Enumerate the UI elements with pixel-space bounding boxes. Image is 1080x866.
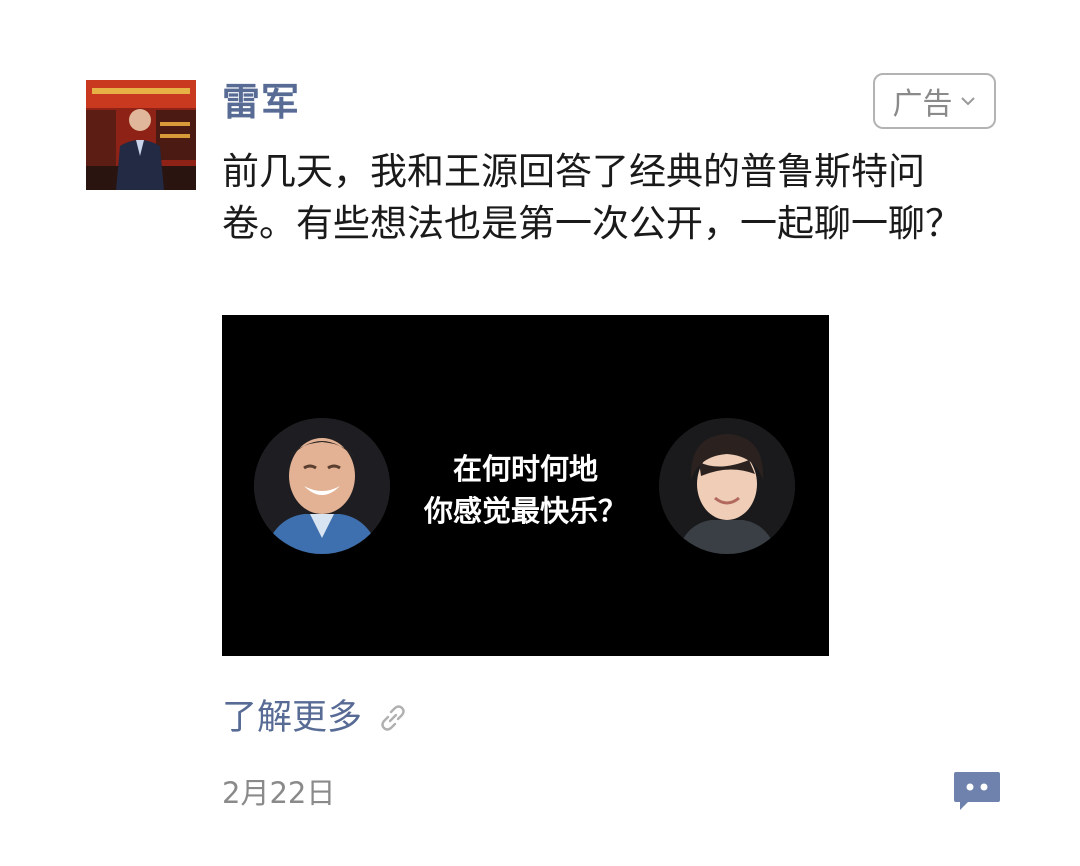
video-caption-line2: 你感觉最快乐？ (423, 494, 627, 528)
ad-label-button[interactable]: 广告 (873, 73, 996, 129)
comment-bubble-icon (954, 772, 1000, 810)
video-caption-line1: 在何时何地 (452, 452, 598, 486)
chevron-down-icon (960, 97, 975, 106)
learn-more-label: 了解更多 (222, 698, 363, 738)
author-name[interactable]: 雷军 (222, 76, 300, 128)
avatar-photo (86, 80, 196, 190)
ad-label-text: 广告 (892, 87, 953, 122)
interviewee-left-photo (254, 418, 390, 554)
author-avatar[interactable] (86, 80, 196, 190)
learn-more-link[interactable]: 了解更多 (222, 694, 410, 742)
video-caption: 在何时何地 你感觉最快乐？ (392, 448, 659, 532)
comment-button[interactable] (952, 770, 1002, 812)
post-text: 前几天，我和王源回答了经典的普鲁斯特问卷。有些想法也是第一次公开，一起聊一聊？ (222, 150, 962, 245)
interviewee-right-photo (659, 418, 795, 554)
post-media-video[interactable]: 在何时何地 你感觉最快乐？ (222, 315, 829, 656)
post-date: 2月22日 (222, 776, 336, 810)
moments-ad-post: 雷军 广告 前几天，我和王源回答了经典的普鲁斯特问卷。有些想法也是第一次公开，一… (0, 0, 1080, 866)
link-icon (381, 705, 405, 731)
